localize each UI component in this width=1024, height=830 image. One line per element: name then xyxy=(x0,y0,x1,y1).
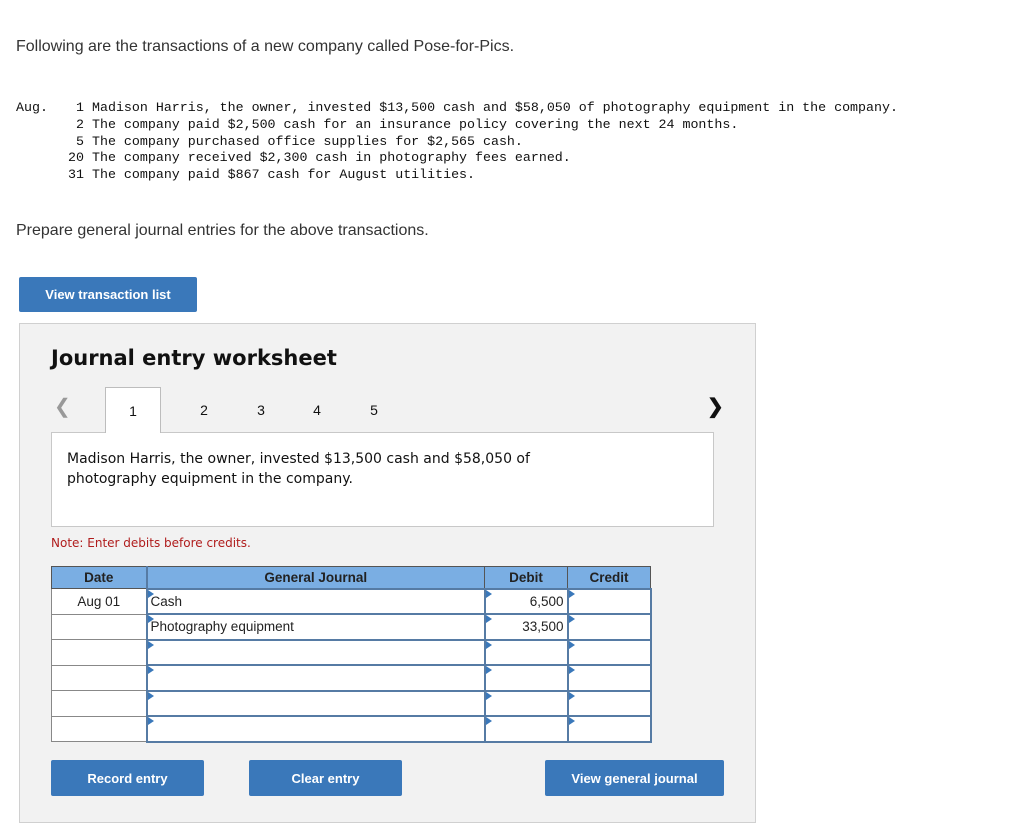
account-input[interactable]: Photography equipment xyxy=(145,613,486,641)
tab-1[interactable]: 1 xyxy=(105,387,161,433)
transaction-text: The company paid $867 cash for August ut… xyxy=(92,167,476,183)
tab-2[interactable]: 2 xyxy=(176,387,232,433)
credit-input[interactable] xyxy=(566,587,652,615)
credit-input[interactable] xyxy=(566,715,652,743)
debit-input[interactable] xyxy=(483,689,569,717)
transaction-text: Madison Harris, the owner, invested $13,… xyxy=(92,100,898,115)
chevron-right-icon[interactable]: ❯ xyxy=(707,394,724,419)
transaction-day: 20 xyxy=(68,150,84,166)
transaction-item: 5 The company purchased office supplies … xyxy=(16,134,898,151)
account-input[interactable] xyxy=(145,638,486,666)
note-text: Note: Enter debits before credits. xyxy=(51,536,251,550)
intro-text: Following are the transactions of a new … xyxy=(16,38,515,55)
credit-input[interactable] xyxy=(566,638,652,666)
account-input[interactable] xyxy=(145,715,486,743)
transaction-item: 31 The company paid $867 cash for August… xyxy=(16,167,898,184)
date-cell[interactable] xyxy=(51,639,147,666)
transaction-day: 1 xyxy=(76,100,84,115)
transaction-item: 2 The company paid $2,500 cash for an in… xyxy=(16,117,898,134)
transaction-day: 31 xyxy=(68,167,84,183)
record-entry-button[interactable]: Record entry xyxy=(51,760,204,796)
debit-input[interactable] xyxy=(483,638,569,666)
header-credit: Credit xyxy=(567,566,651,589)
transaction-description-text: Madison Harris, the owner, invested $13,… xyxy=(67,451,530,487)
account-input[interactable] xyxy=(145,689,486,717)
credit-input[interactable] xyxy=(566,664,652,692)
transaction-day: 5 xyxy=(76,133,84,149)
transaction-text: The company purchased office supplies fo… xyxy=(92,133,523,149)
table-row: Aug 01 Cash 6,500 xyxy=(51,587,652,615)
transaction-month: Aug. xyxy=(16,100,48,115)
transaction-text: The company received $2,300 cash in phot… xyxy=(92,150,571,166)
debit-input[interactable]: 33,500 xyxy=(483,613,569,641)
transaction-item: 20 The company received $2,300 cash in p… xyxy=(16,150,898,167)
header-debit: Debit xyxy=(484,566,568,589)
debit-input[interactable]: 6,500 xyxy=(483,587,569,615)
view-general-journal-button[interactable]: View general journal xyxy=(545,760,724,796)
debit-input[interactable] xyxy=(483,664,569,692)
transaction-item: Aug. 1 Madison Harris, the owner, invest… xyxy=(16,100,898,117)
table-row xyxy=(51,638,652,666)
instructions-text: Prepare general journal entries for the … xyxy=(16,222,429,239)
journal-header-row: Date General Journal Debit Credit xyxy=(51,566,651,589)
worksheet-title: Journal entry worksheet xyxy=(51,346,337,370)
tab-5[interactable]: 5 xyxy=(346,387,402,433)
transaction-text: The company paid $2,500 cash for an insu… xyxy=(92,116,739,132)
debit-input[interactable] xyxy=(483,715,569,743)
credit-input[interactable] xyxy=(566,689,652,717)
tab-4[interactable]: 4 xyxy=(289,387,345,433)
chevron-left-icon[interactable]: ❮ xyxy=(54,394,71,419)
transaction-description: Madison Harris, the owner, invested $13,… xyxy=(51,432,714,527)
view-transaction-list-button[interactable]: View transaction list xyxy=(19,277,197,312)
journal-table: Date General Journal Debit Credit Aug 01… xyxy=(51,566,652,743)
table-row: Photography equipment 33,500 xyxy=(51,613,652,641)
credit-input[interactable] xyxy=(566,613,652,641)
clear-entry-button[interactable]: Clear entry xyxy=(249,760,402,796)
header-date: Date xyxy=(51,566,147,589)
table-row xyxy=(51,689,652,717)
header-general-journal: General Journal xyxy=(145,566,485,589)
date-cell[interactable] xyxy=(51,664,147,691)
date-cell[interactable]: Aug 01 xyxy=(51,588,147,615)
tab-3[interactable]: 3 xyxy=(233,387,289,433)
account-input[interactable]: Cash xyxy=(145,587,486,615)
table-row xyxy=(51,715,652,743)
date-cell[interactable] xyxy=(51,690,147,717)
date-cell[interactable] xyxy=(51,613,147,640)
journal-entry-worksheet: Journal entry worksheet ❮ 1 2 3 4 5 ❯ Ma… xyxy=(19,323,756,823)
account-input[interactable] xyxy=(145,664,486,692)
transaction-list: Aug. 1 Madison Harris, the owner, invest… xyxy=(16,100,898,184)
transaction-day: 2 xyxy=(76,116,84,132)
date-cell[interactable] xyxy=(51,715,147,742)
table-row xyxy=(51,664,652,692)
